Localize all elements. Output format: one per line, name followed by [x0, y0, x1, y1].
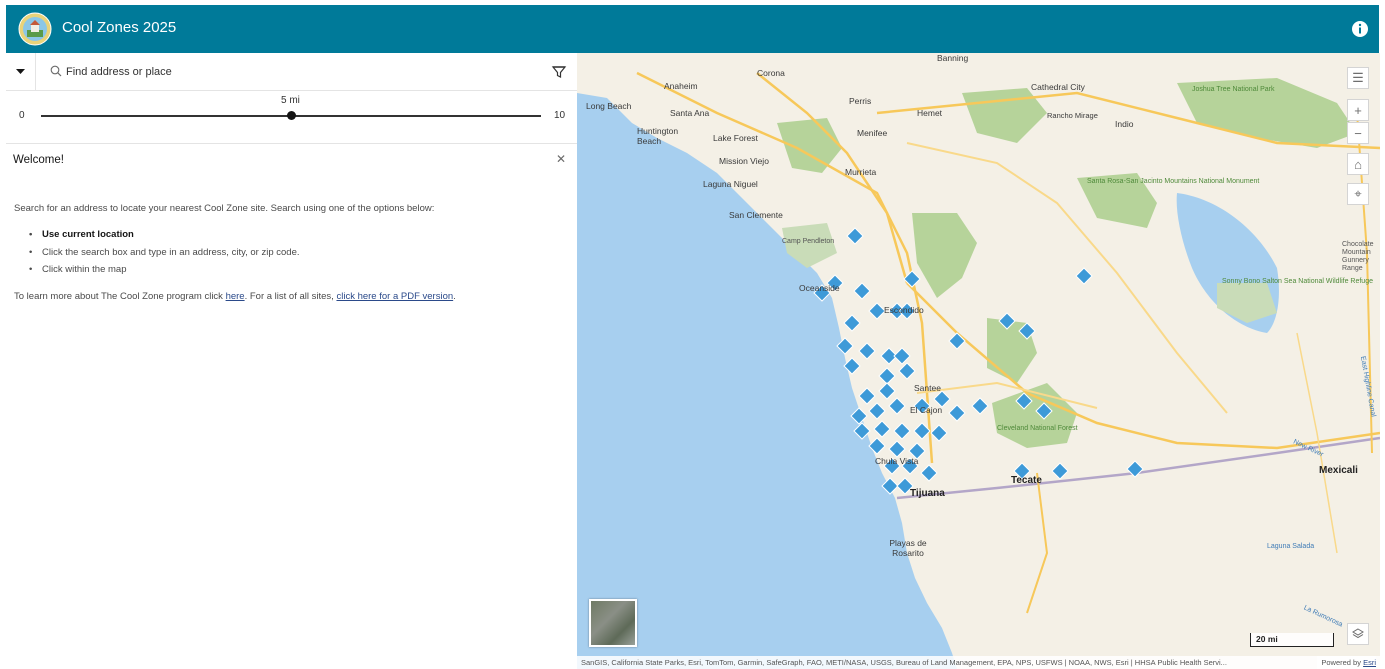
map-label-hemet: Hemet: [917, 108, 943, 118]
map-label-cleveland: Cleveland National Forest: [997, 425, 1078, 432]
map-label-long-beach: Long Beach: [586, 101, 632, 111]
more-prefix: To learn more about The Cool Zone progra…: [14, 291, 226, 302]
side-panel: 0 5 mi 10 Welcome! ✕ Search for an addre…: [6, 53, 577, 669]
search-icon: [50, 65, 62, 77]
info-icon[interactable]: [1351, 20, 1369, 38]
map-label-banning: Banning: [937, 53, 969, 63]
seal-logo: [18, 12, 52, 46]
map-label-laguna-niguel: Laguna Niguel: [703, 179, 758, 189]
welcome-title: Welcome!: [13, 154, 64, 166]
basemap: [577, 71, 1380, 669]
layers-glyph-icon: [1352, 628, 1364, 639]
zoom-in-icon[interactable]: +: [1347, 99, 1369, 121]
map-label-tecate: Tecate: [1011, 475, 1042, 486]
slider-max-label: 10: [554, 110, 566, 121]
scale-bar: 20 mi: [1250, 633, 1334, 647]
slider-min-label: 0: [19, 110, 25, 121]
map-label-laguna-salada: Laguna Salada: [1267, 543, 1315, 550]
powered-by: Powered by Esri: [1317, 656, 1376, 669]
filter-icon[interactable]: [551, 64, 567, 80]
list-item: Use current location: [14, 229, 554, 247]
map-label-anaheim: Anaheim: [664, 81, 698, 91]
map-label-chocolate: Chocolate Mountain Gunnery Range: [1342, 241, 1374, 272]
map-label-corona: Corona: [757, 68, 785, 78]
map-label-oceanside: Oceanside: [799, 283, 840, 293]
map-label-huntington-beach: Huntington Beach: [637, 126, 679, 146]
close-icon[interactable]: ✕: [556, 153, 568, 165]
map-view[interactable]: Banning Corona Anaheim Long Beach Santa …: [577, 53, 1380, 669]
map-label-el-cajon: El Cajon: [910, 405, 943, 415]
zoom-out-icon[interactable]: −: [1347, 122, 1369, 144]
search-input[interactable]: [66, 62, 536, 82]
map-label-escondido: Escondido: [884, 305, 924, 315]
slider-thumb[interactable]: [286, 111, 296, 120]
map-label-santee: Santee: [914, 383, 941, 393]
slider-value-label: 5 mi: [281, 95, 300, 106]
map-label-santa-rosa: Santa Rosa-San Jacinto Mountains Nationa…: [1087, 178, 1260, 185]
map-label-chula-vista: Chula Vista: [875, 456, 919, 466]
welcome-intro: Search for an address to locate your nea…: [14, 203, 435, 214]
distance-slider: 0 5 mi 10: [6, 92, 577, 144]
layers-icon[interactable]: [1347, 623, 1369, 645]
caret-down-icon: [16, 69, 25, 74]
map-label-santa-ana: Santa Ana: [670, 108, 710, 118]
home-icon[interactable]: ⌂: [1347, 153, 1369, 175]
map-label-mission-viejo: Mission Viejo: [719, 156, 769, 166]
map-label-tijuana: Tijuana: [910, 488, 945, 499]
map-label-menifee: Menifee: [857, 128, 888, 138]
welcome-more-text: To learn more about The Cool Zone progra…: [14, 291, 456, 302]
legend-icon[interactable]: ☰: [1347, 67, 1369, 89]
map-label-rancho-mirage: Rancho Mirage: [1047, 111, 1098, 120]
app-title: Cool Zones 2025: [62, 19, 177, 36]
map-label-san-clemente: San Clemente: [729, 210, 783, 220]
search-options-list: Use current location Click the search bo…: [14, 229, 554, 282]
map-attribution: SanGIS, California State Parks, Esri, To…: [577, 656, 1380, 669]
basemap-toggle[interactable]: [589, 599, 637, 647]
map-label-murrieta: Murrieta: [845, 167, 877, 177]
app-header: Cool Zones 2025: [6, 5, 1379, 53]
attribution-text: SanGIS, California State Parks, Esri, To…: [581, 658, 1227, 667]
map-label-lake-forest: Lake Forest: [713, 133, 758, 143]
map-label-camp-pendleton: Camp Pendleton: [782, 238, 835, 245]
map-label-joshua-tree: Joshua Tree National Park: [1192, 86, 1275, 93]
list-item: Click within the map: [14, 264, 554, 282]
map-label-perris: Perris: [849, 96, 872, 106]
list-item: Click the search box and type in an addr…: [14, 247, 554, 265]
powered-prefix: Powered by: [1321, 658, 1364, 667]
more-suffix: .: [453, 291, 456, 302]
search-source-dropdown[interactable]: [6, 53, 36, 91]
map-label-sonny-bono: Sonny Bono Salton Sea National Wildlife …: [1222, 278, 1373, 285]
map-label-playas: Playas de Rosarito: [889, 538, 927, 558]
map-label-mexicali: Mexicali: [1319, 465, 1358, 476]
map-label-indio: Indio: [1115, 119, 1134, 129]
esri-link[interactable]: Esri: [1363, 658, 1376, 667]
program-link[interactable]: here: [226, 291, 245, 302]
locate-icon[interactable]: ⌖: [1347, 183, 1369, 205]
map-label-cathedral-city: Cathedral City: [1031, 82, 1085, 92]
search-bar: [6, 53, 577, 91]
pdf-link[interactable]: click here for a PDF version: [336, 291, 453, 302]
more-middle: . For a list of all sites,: [244, 291, 337, 302]
